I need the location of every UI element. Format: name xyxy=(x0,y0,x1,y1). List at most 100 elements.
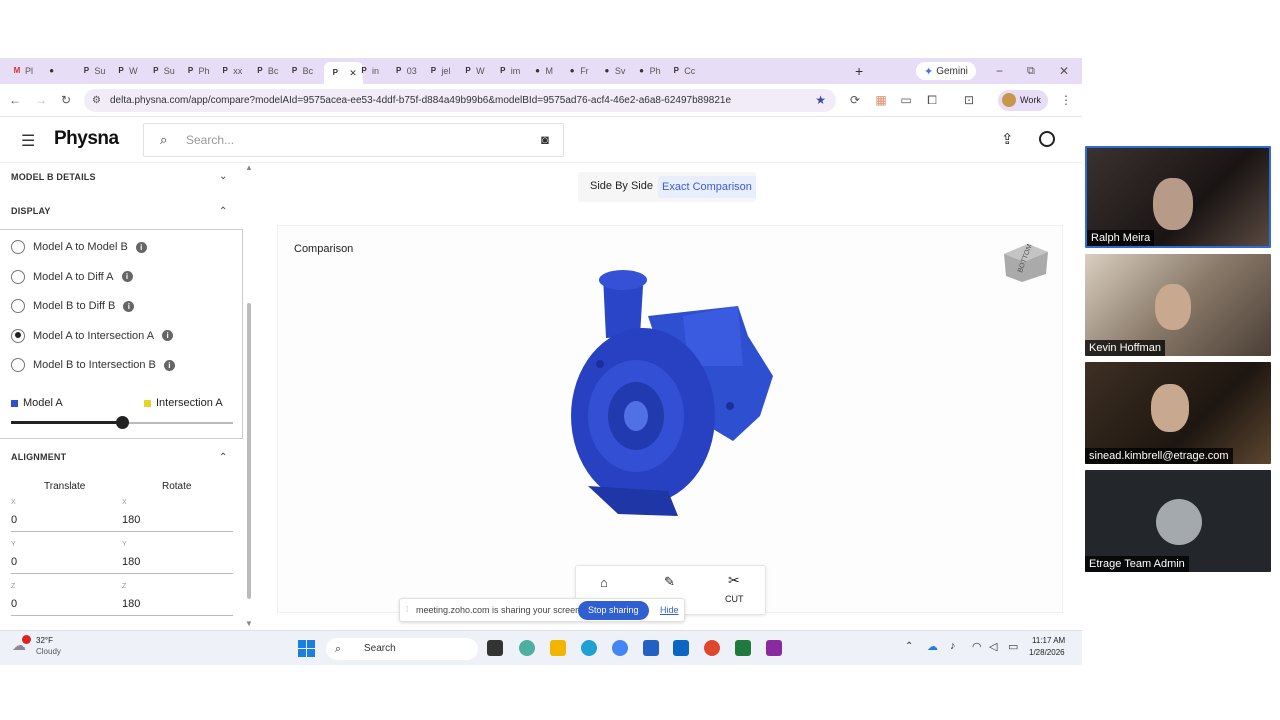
translate-x-input[interactable]: 0 xyxy=(11,514,17,526)
participant-tile[interactable]: Ralph Meira xyxy=(1085,146,1271,248)
browser-tab[interactable]: P Su xyxy=(81,63,106,79)
browser-tab[interactable]: P Su xyxy=(151,63,175,79)
hide-button[interactable]: Hide xyxy=(660,605,679,615)
wifi-icon[interactable]: ◠ xyxy=(972,640,982,653)
new-tab-button[interactable]: + xyxy=(855,63,863,79)
radio-unchecked[interactable] xyxy=(11,358,25,373)
excel-icon[interactable] xyxy=(735,640,751,656)
chevron-up-icon[interactable]: ⌃ xyxy=(219,206,227,217)
upload-icon[interactable]: ⇪ xyxy=(1001,130,1014,148)
info-icon[interactable]: i xyxy=(121,271,133,283)
drag-handle-icon[interactable]: ⁞ xyxy=(406,605,408,614)
rotate-y-input[interactable]: 180 xyxy=(122,556,140,568)
browser-tab[interactable]: PW xyxy=(116,63,137,79)
brush-icon[interactable]: ✎ xyxy=(664,574,675,590)
browser-tab[interactable]: P Bc xyxy=(290,63,313,79)
display-option[interactable]: Model B to Intersection B i xyxy=(11,358,175,373)
browser-tab[interactable]: M Pl xyxy=(12,63,33,79)
left-panel-scrollbar[interactable] xyxy=(247,303,251,599)
clock-time[interactable]: 11:17 AM xyxy=(1032,636,1065,645)
onenote-icon[interactable] xyxy=(766,640,782,656)
display-option[interactable]: Model A to Diff A i xyxy=(11,269,133,284)
scroll-up-icon[interactable]: ▲ xyxy=(245,163,253,172)
browser-tab[interactable]: P Cc xyxy=(671,63,696,79)
app-icon[interactable] xyxy=(704,640,720,656)
alignment-header[interactable]: ALIGNMENT xyxy=(11,452,66,462)
sidepanel-icon[interactable]: ⊡ xyxy=(962,93,976,107)
outlook-icon[interactable] xyxy=(673,640,689,656)
browser-tab[interactable]: P Ph xyxy=(186,63,210,79)
browser-tab[interactable]: PW xyxy=(463,63,484,79)
browser-tab[interactable]: ● Fr xyxy=(567,63,589,79)
radio-checked[interactable] xyxy=(11,328,25,343)
info-icon[interactable]: i xyxy=(135,241,147,253)
hamburger-menu-icon[interactable]: ☰ xyxy=(21,131,35,151)
site-info-icon[interactable]: ⚙ xyxy=(92,89,101,112)
participant-tile[interactable]: sinead.kimbrell@etrage.com xyxy=(1085,362,1271,464)
browser-tab[interactable]: Pim xyxy=(498,63,520,79)
rotate-z-input[interactable]: 180 xyxy=(122,598,140,610)
cut-button[interactable]: CUT xyxy=(725,594,744,604)
view-cube-icon[interactable]: BOTTOM xyxy=(1000,240,1052,284)
url-bar[interactable]: ⚙ delta.physna.com/app/compare?modelAId=… xyxy=(84,89,836,112)
reload-icon[interactable]: ↻ xyxy=(59,93,73,107)
forward-icon[interactable]: → xyxy=(34,93,48,107)
info-icon[interactable]: i xyxy=(123,300,135,312)
chrome-icon[interactable] xyxy=(612,640,628,656)
display-option[interactable]: Model A to Model B i xyxy=(11,240,147,254)
chevron-up-icon[interactable]: ⌃ xyxy=(219,452,227,463)
turbocharger-model[interactable] xyxy=(548,266,798,526)
close-tab-icon[interactable]: ✕ xyxy=(349,68,357,79)
profile-button[interactable]: Work xyxy=(998,90,1048,111)
model-b-details-header[interactable]: MODEL B DETAILS xyxy=(11,172,96,182)
clock-date[interactable]: 1/28/2026 xyxy=(1029,648,1065,657)
microphone-icon[interactable]: ♪ xyxy=(950,640,956,652)
participant-tile[interactable]: Etrage Team Admin xyxy=(1085,470,1271,572)
rotate-x-input[interactable]: 180 xyxy=(122,514,140,526)
menu-kebab-icon[interactable]: ⋮ xyxy=(1059,93,1073,107)
close-window-button[interactable]: ✕ xyxy=(1059,63,1069,79)
translate-z-input[interactable]: 0 xyxy=(11,598,17,610)
participant-tile[interactable]: Kevin Hoffman xyxy=(1085,254,1271,356)
browser-tab[interactable]: ● M xyxy=(533,63,553,79)
restore-button[interactable]: ⧉ xyxy=(1027,63,1035,79)
display-header[interactable]: DISPLAY xyxy=(11,206,51,216)
chevron-down-icon[interactable]: ⌄ xyxy=(219,171,227,182)
browser-tab[interactable]: Pxx xyxy=(220,63,243,79)
copilot-icon[interactable] xyxy=(519,640,535,656)
browser-tab[interactable]: ● Sv xyxy=(602,63,625,79)
windows-start-icon[interactable] xyxy=(298,640,315,657)
radio-unchecked[interactable] xyxy=(11,240,25,254)
browser-tab[interactable]: P Bc xyxy=(255,63,278,79)
browser-tab[interactable]: P ✕ xyxy=(324,62,363,84)
home-icon[interactable]: ⌂ xyxy=(600,575,608,590)
extension-icon[interactable]: ▦ xyxy=(874,93,888,107)
account-icon[interactable] xyxy=(1039,131,1055,147)
display-option[interactable]: Model A to Intersection A i xyxy=(11,328,174,343)
store-icon[interactable] xyxy=(643,640,659,656)
comparison-3d-panel[interactable]: Comparison BOTTOM xyxy=(277,225,1063,613)
edge-icon[interactable] xyxy=(581,640,597,656)
volume-icon[interactable]: ◁ xyxy=(989,640,997,653)
radio-unchecked[interactable] xyxy=(11,299,25,314)
scroll-down-icon[interactable]: ▼ xyxy=(245,619,253,628)
camera-icon[interactable]: ◙ xyxy=(541,124,549,156)
extensions-puzzle-icon[interactable]: ⧠ xyxy=(925,93,939,107)
scissors-icon[interactable]: ✂ xyxy=(728,572,740,589)
task-view-icon[interactable] xyxy=(487,640,503,656)
info-icon[interactable]: i xyxy=(163,359,175,371)
search-input[interactable]: ⌕ Search... ◙ xyxy=(143,123,564,157)
side-by-side-tab[interactable]: Side By Side xyxy=(590,180,653,192)
display-option[interactable]: Model B to Diff B i xyxy=(11,299,135,314)
back-icon[interactable]: ← xyxy=(8,93,22,107)
extension-icon[interactable]: ▭ xyxy=(899,93,913,107)
exact-comparison-tab[interactable]: Exact Comparison xyxy=(658,176,756,198)
minimize-button[interactable]: − xyxy=(996,63,1003,79)
radio-unchecked[interactable] xyxy=(11,269,25,284)
browser-tab[interactable]: P 03 xyxy=(394,63,417,79)
extension-icon[interactable]: ⟳ xyxy=(848,93,862,107)
bookmark-star-icon[interactable]: ★ xyxy=(815,89,826,112)
browser-tab[interactable]: ● Ph xyxy=(637,63,660,79)
taskbar-search-input[interactable]: ⌕ Search xyxy=(326,638,478,660)
browser-tab[interactable]: ● xyxy=(47,63,60,79)
